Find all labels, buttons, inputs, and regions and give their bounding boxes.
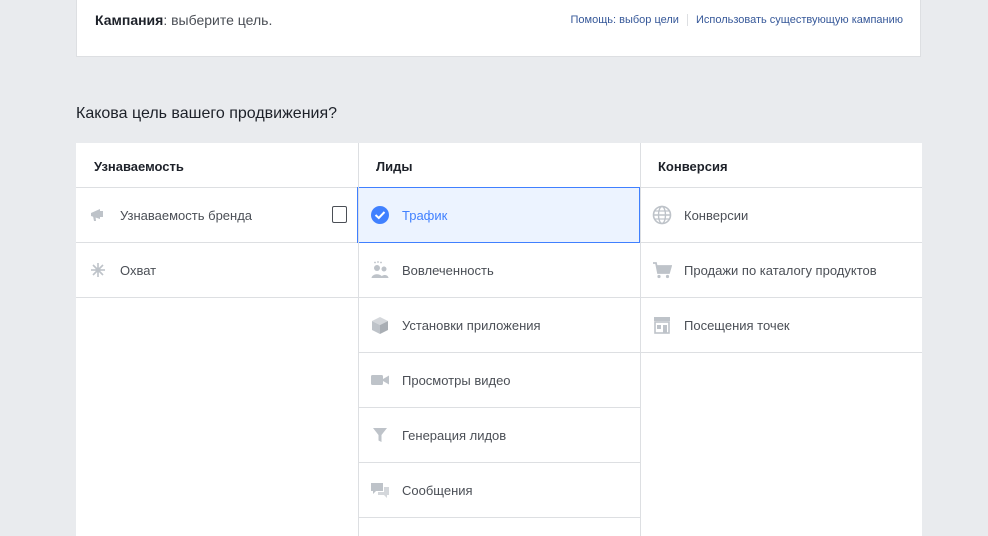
objective-label: Охват	[120, 262, 157, 278]
use-existing-campaign-link[interactable]: Использовать существующую кампанию	[696, 14, 903, 26]
objective-label: Вовлеченность	[402, 262, 494, 278]
objective-video-views[interactable]: Просмотры видео	[358, 353, 640, 408]
objective-engagement[interactable]: Вовлеченность	[358, 243, 640, 298]
objective-question: Какова цель вашего продвижения?	[76, 105, 338, 122]
objective-label: Конверсии	[684, 207, 749, 223]
campaign-title: Кампания: выберите цель.	[95, 12, 272, 28]
video-camera-icon	[370, 370, 390, 390]
objective-label: Продажи по каталогу продуктов	[684, 262, 877, 278]
chat-bubbles-icon	[370, 480, 390, 500]
campaign-header-card: Кампания: выберите цель. Помощь: выбор ц…	[76, 0, 921, 57]
box-icon	[370, 315, 390, 335]
objective-brand-awareness[interactable]: Узнаваемость бренда	[76, 188, 358, 243]
objective-reach[interactable]: Охват	[76, 243, 358, 298]
objective-label: Узнаваемость бренда	[120, 207, 253, 223]
objective-catalog-sales[interactable]: Продажи по каталогу продуктов	[640, 243, 922, 298]
cart-icon	[652, 260, 672, 280]
globe-icon	[652, 205, 672, 225]
column-conversion: Конверсия Конверсии Продажи по каталогу …	[640, 143, 922, 536]
column-heading-conversion: Конверсия	[640, 143, 922, 188]
link-separator	[686, 14, 688, 26]
objective-conversions[interactable]: Конверсии	[640, 188, 922, 243]
column-awareness: Узнаваемость Узнаваемость бренда Охват	[76, 143, 358, 536]
column-divider	[358, 143, 359, 536]
column-heading-leads: Лиды	[358, 143, 640, 188]
megaphone-icon	[88, 205, 108, 225]
objective-app-installs[interactable]: Установки приложения	[358, 298, 640, 353]
objective-grid: Узнаваемость Узнаваемость бренда Охват Л…	[76, 143, 922, 536]
snowflake-icon	[88, 260, 108, 280]
objective-store-visits[interactable]: Посещения точек	[640, 298, 922, 353]
objective-messages[interactable]: Сообщения	[358, 463, 640, 518]
check-circle-icon	[370, 205, 390, 225]
column-leads: Лиды Трафик Вовлеченность Установки прил…	[357, 143, 640, 536]
objective-traffic[interactable]: Трафик	[357, 187, 640, 243]
objective-lead-generation[interactable]: Генерация лидов	[358, 408, 640, 463]
objective-label: Генерация лидов	[402, 427, 507, 443]
compare-checkbox[interactable]	[332, 206, 347, 223]
column-heading-awareness: Узнаваемость	[76, 143, 358, 188]
column-divider	[640, 143, 641, 536]
objective-label: Посещения точек	[684, 317, 790, 333]
campaign-title-rest: : выберите цель.	[163, 12, 273, 28]
objective-label: Сообщения	[402, 482, 473, 498]
people-icon	[370, 260, 390, 280]
store-icon	[652, 315, 672, 335]
help-choose-objective-link[interactable]: Помощь: выбор цели	[571, 14, 679, 26]
funnel-icon	[370, 425, 390, 445]
objective-label: Просмотры видео	[402, 372, 511, 388]
objective-label: Установки приложения	[402, 317, 541, 333]
objective-label: Трафик	[402, 207, 448, 223]
header-links: Помощь: выбор цели Использовать существу…	[571, 14, 903, 26]
campaign-title-bold: Кампания	[95, 12, 164, 28]
